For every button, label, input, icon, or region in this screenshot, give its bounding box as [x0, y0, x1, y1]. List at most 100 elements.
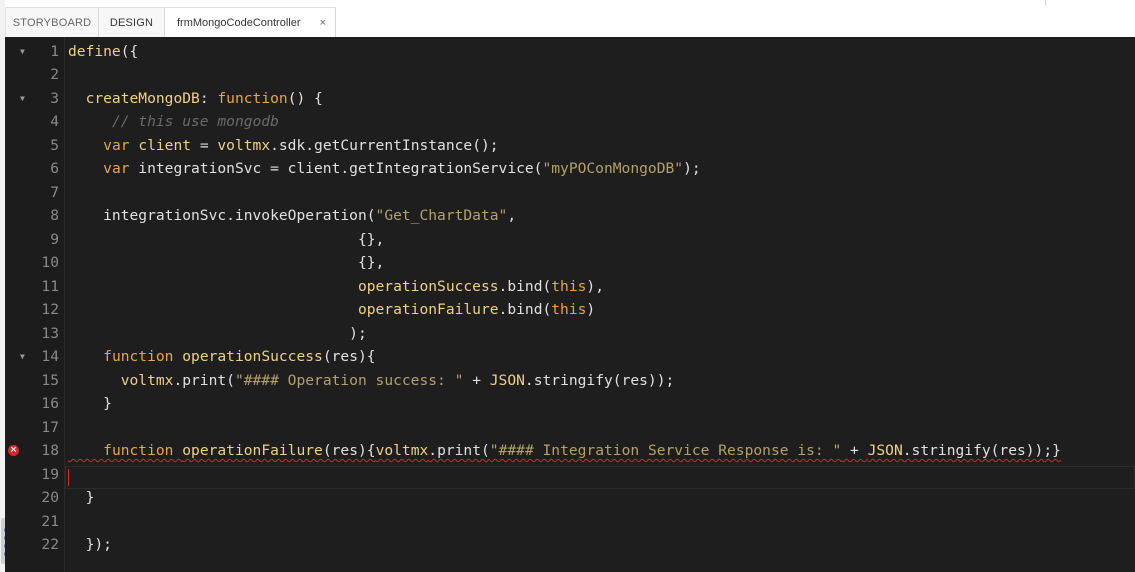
code-token: var: [103, 136, 130, 154]
error-circle-icon[interactable]: ×: [8, 445, 19, 456]
line-number: 7: [50, 183, 59, 201]
code-token: var: [103, 160, 130, 177]
code-line[interactable]: 4 // this use mongodb: [5, 110, 1135, 134]
code-line[interactable]: 17: [5, 416, 1135, 440]
code-line[interactable]: 11 operationSuccess.bind(this),: [5, 275, 1135, 299]
code-token: );: [683, 160, 701, 177]
triangle-down-icon[interactable]: ▼: [20, 40, 25, 64]
code-line[interactable]: 1 ▼ define({: [5, 40, 1135, 64]
code-line[interactable]: 22 });: [5, 533, 1135, 557]
code-line[interactable]: 19: [5, 463, 1135, 487]
tab-storyboard[interactable]: STORYBOARD: [5, 7, 99, 37]
code-text: define({: [68, 40, 138, 64]
code-text: }: [68, 486, 95, 510]
tab-design[interactable]: DESIGN: [99, 7, 165, 37]
code-text: voltmx.print("#### Operation success: " …: [68, 369, 675, 393]
code-text: operationSuccess.bind(this),: [68, 275, 604, 299]
code-line[interactable]: 9 {},: [5, 228, 1135, 252]
code-token: operationFailure: [182, 442, 323, 459]
divider: [1045, 0, 1046, 6]
code-token: ,: [507, 207, 517, 224]
code-line[interactable]: 2: [5, 63, 1135, 87]
triangle-down-icon[interactable]: ▼: [20, 87, 25, 111]
code-line[interactable]: 16 }: [5, 392, 1135, 416]
line-number: 12: [41, 301, 59, 318]
code-text: var integrationSvc = client.getIntegrati…: [68, 157, 701, 181]
code-token: .print(: [428, 442, 490, 459]
tab-bar: STORYBOARD DESIGN frmMongoCodeController…: [5, 0, 1135, 38]
code-token: .bind(: [498, 277, 552, 295]
code-token: +: [463, 371, 490, 389]
code-token: voltmx: [375, 442, 429, 459]
code-text: });: [68, 533, 112, 557]
line-number: 20: [41, 489, 59, 506]
line-number: 14: [41, 348, 59, 365]
code-line[interactable]: 5 var client = voltmx.sdk.getCurrentInst…: [5, 134, 1135, 158]
line-number: 2: [50, 66, 59, 83]
line-number: 3: [50, 89, 59, 107]
code-token: function: [103, 442, 174, 459]
code-token: this: [551, 301, 587, 318]
code-line[interactable]: 6 var integrationSvc = client.getIntegra…: [5, 157, 1135, 181]
line-number: 4: [50, 113, 59, 130]
code-text: {},: [68, 228, 384, 252]
code-text: createMongoDB: function() {: [68, 87, 323, 111]
code-line[interactable]: 21: [5, 510, 1135, 534]
tab-frmmongocodecontroller[interactable]: frmMongoCodeController ×: [165, 7, 336, 38]
code-text: operationFailure.bind(this): [68, 298, 595, 322]
code-token: (res){: [322, 442, 376, 459]
code-token: }: [68, 489, 95, 506]
code-token: (res){: [322, 348, 376, 365]
code-line[interactable]: 8 integrationSvc.invokeOperation("Get_Ch…: [5, 204, 1135, 228]
code-token: voltmx: [217, 136, 271, 154]
line-number: 10: [41, 254, 59, 271]
line-number: 22: [41, 536, 59, 553]
code-token: ({: [120, 42, 139, 60]
code-token: .print(: [173, 371, 235, 389]
code-line[interactable]: 18 × function operationFailure(res){voltm…: [5, 439, 1135, 463]
code-editor[interactable]: 1 ▼ define({2 3 ▼ createMongoDB: function() …: [5, 37, 1135, 572]
code-token: ),: [586, 277, 604, 295]
code-token: function: [103, 348, 174, 365]
code-text: }: [68, 392, 112, 416]
code-line[interactable]: 15 voltmx.print("#### Operation success:…: [5, 369, 1135, 393]
line-number: 17: [41, 418, 59, 436]
code-token: define: [68, 42, 121, 60]
code-token: function: [217, 89, 288, 107]
code-line[interactable]: 10 {},: [5, 251, 1135, 275]
code-token: );: [68, 324, 367, 342]
code-token: operationSuccess: [357, 277, 499, 295]
line-number: 5: [50, 136, 59, 154]
code-line[interactable]: 13 );: [5, 322, 1135, 346]
code-token: }: [68, 395, 112, 412]
code-token: JSON: [489, 371, 525, 389]
close-icon[interactable]: ×: [320, 8, 326, 38]
code-line[interactable]: 12 operationFailure.bind(this): [5, 298, 1135, 322]
code-token: operationFailure: [357, 301, 499, 318]
tab-label: frmMongoCodeController: [177, 17, 301, 29]
code-token: {},: [68, 230, 385, 248]
line-number: 6: [50, 160, 59, 177]
code-token: operationSuccess: [182, 348, 323, 365]
code-token: {},: [68, 254, 385, 271]
code-token: JSON: [867, 442, 903, 459]
code-text: var client = voltmx.sdk.getCurrentInstan…: [68, 134, 498, 158]
triangle-down-icon[interactable]: ▼: [20, 345, 25, 369]
code-token: =: [191, 136, 218, 154]
code-line[interactable]: 3 ▼ createMongoDB: function() {: [5, 87, 1135, 111]
code-line[interactable]: 7: [5, 181, 1135, 205]
code-token: "#### Operation success: ": [234, 371, 464, 389]
code-text: // this use mongodb: [68, 110, 279, 134]
code-token: });: [68, 536, 112, 553]
code-token: // this use mongodb: [111, 113, 279, 130]
code-line[interactable]: 20 }: [5, 486, 1135, 510]
code-line[interactable]: 14 ▼ function operationSuccess(res){: [5, 345, 1135, 369]
line-number: 11: [41, 277, 59, 295]
code-token: .bind(: [498, 301, 552, 318]
